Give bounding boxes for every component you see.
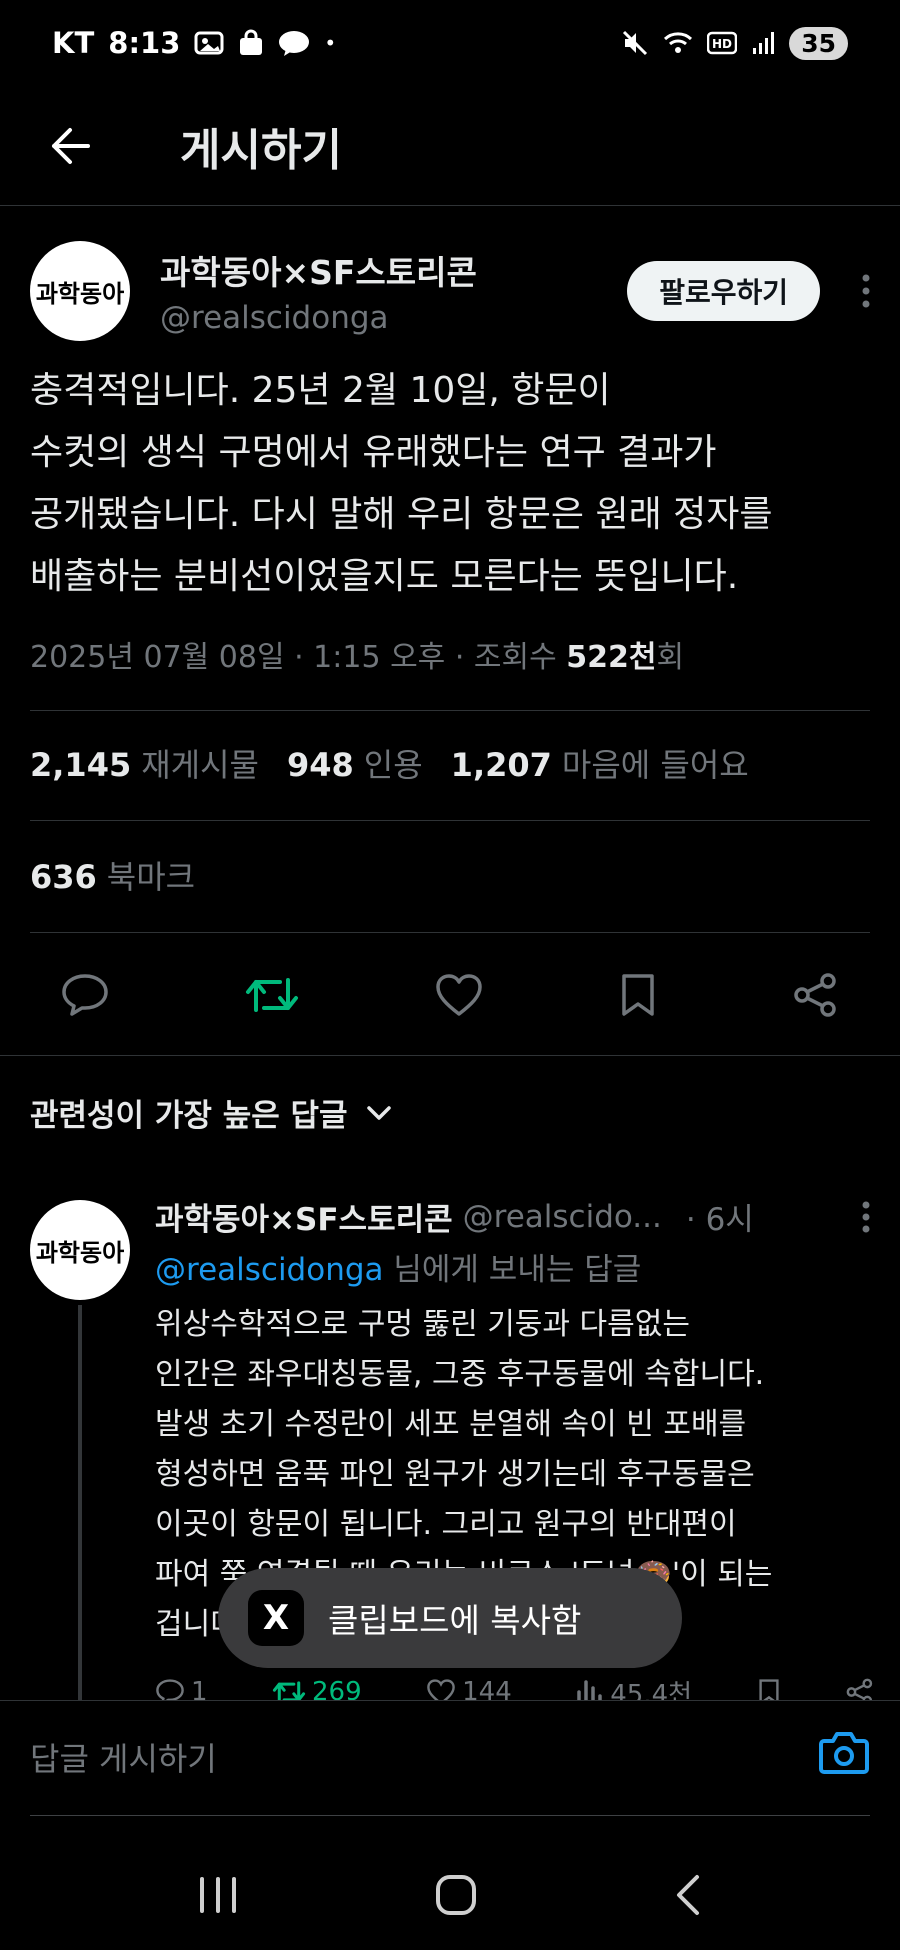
clock: 8:13 xyxy=(108,26,181,60)
share-button[interactable] xyxy=(792,972,840,1018)
chevron-down-icon xyxy=(366,1105,391,1120)
carrier-label: KT xyxy=(52,26,95,60)
repost-icon xyxy=(246,978,298,1012)
mention-link[interactable]: @realscidonga xyxy=(155,1252,384,1288)
x-logo-icon: X xyxy=(248,1590,304,1646)
post-views[interactable]: 522천 xyxy=(566,640,656,675)
camera-icon xyxy=(819,1732,869,1774)
share-icon xyxy=(794,973,836,1017)
post-meta: 2025년 07월 08일 · 1:15 오후 · 조회수 522천회 xyxy=(30,632,684,676)
toast-message: 클립보드에 복사함 xyxy=(328,1601,582,1640)
bookmarks-count: 636 xyxy=(30,858,97,896)
post-text: 충격적입니다. 25년 2월 10일, 항문이 수컷의 생식 구멍에서 유래했다… xyxy=(30,370,773,597)
more-vertical-icon xyxy=(862,274,870,308)
reposts-stat[interactable]: 2,145 재게시물 xyxy=(30,740,259,786)
reply-handle[interactable]: @realscido... xyxy=(463,1199,662,1235)
thread-line xyxy=(78,1305,82,1705)
system-nav-bar xyxy=(0,1840,900,1950)
svg-text:HD: HD xyxy=(712,37,732,51)
bookmarks-label: 북마크 xyxy=(106,858,196,896)
quotes-label: 인용 xyxy=(363,746,423,784)
divider xyxy=(0,1055,900,1056)
recents-button[interactable] xyxy=(197,1875,239,1915)
reply-compose-input[interactable] xyxy=(30,1731,790,1787)
reply-header: 과학동아×SF스토리콘 @realscido... · 6시 xyxy=(155,1194,870,1239)
reply-sort-dropdown[interactable]: 관련성이 가장 높은 답글 xyxy=(30,1090,392,1135)
repost-button[interactable] xyxy=(244,972,300,1018)
camera-button[interactable] xyxy=(818,1729,870,1775)
quotes-stat[interactable]: 948 인용 xyxy=(287,740,423,786)
replying-suffix: 님에게 보내는 답글 xyxy=(383,1252,642,1288)
gallery-icon xyxy=(194,29,224,57)
back-button[interactable] xyxy=(0,86,140,206)
heart-icon xyxy=(436,974,482,1016)
compose-underline xyxy=(30,1815,870,1816)
divider xyxy=(30,932,870,933)
post-stats: 2,145 재게시물 948 인용 1,207 마음에 들어요 xyxy=(30,740,749,786)
signal-icon xyxy=(751,30,775,56)
reposts-count: 2,145 xyxy=(30,746,132,784)
reposts-label: 재게시물 xyxy=(141,746,259,784)
reply-compose-bar xyxy=(0,1700,900,1815)
battery-indicator: 35 xyxy=(789,26,848,60)
back-nav-button[interactable] xyxy=(673,1873,703,1917)
post-author: 과학동아 과학동아×SF스토리콘 @realscidonga 팔로우하기 xyxy=(30,236,870,346)
like-button[interactable] xyxy=(434,972,484,1018)
divider xyxy=(30,820,870,821)
reply-avatar-wrap: 과학동아 xyxy=(30,1200,130,1300)
post-date: 2025년 07월 08일 · 1:15 오후 · 조회수 xyxy=(30,640,567,675)
more-options-button[interactable] xyxy=(820,261,870,321)
more-vertical-icon xyxy=(862,1201,870,1232)
likes-stat[interactable]: 1,207 마음에 들어요 xyxy=(451,740,749,786)
status-bar: KT 8:13 • HD 35 xyxy=(0,0,900,86)
recents-icon xyxy=(200,1877,237,1913)
reply-display-name[interactable]: 과학동아×SF스토리콘 xyxy=(155,1194,453,1239)
reply-button[interactable] xyxy=(60,972,110,1018)
author-display-name[interactable]: 과학동아×SF스토리콘 xyxy=(160,246,627,294)
quotes-count: 948 xyxy=(286,746,354,784)
author-handle[interactable]: @realscidonga xyxy=(160,300,627,336)
wifi-icon xyxy=(663,30,693,56)
post-action-bar xyxy=(30,955,870,1035)
reply-icon xyxy=(62,974,108,1016)
reply-timestamp[interactable]: · 6시 xyxy=(686,1194,754,1239)
back-arrow-icon xyxy=(52,127,90,164)
follow-button[interactable]: 팔로우하기 xyxy=(627,261,820,321)
likes-label: 마음에 들어요 xyxy=(561,746,749,784)
avatar[interactable]: 과학동아 xyxy=(30,1200,130,1300)
avatar[interactable]: 과학동아 xyxy=(30,241,130,341)
likes-count: 1,207 xyxy=(450,746,552,784)
status-bar-left: KT 8:13 • xyxy=(52,26,336,60)
top-app-bar: 게시하기 xyxy=(0,86,900,206)
notification-dot: • xyxy=(324,31,337,55)
hd-icon: HD xyxy=(707,30,738,56)
bookmarks-stat[interactable]: 636 북마크 xyxy=(30,852,195,898)
reply-sort-label: 관련성이 가장 높은 답글 xyxy=(30,1098,348,1134)
status-bar-right: HD 35 xyxy=(621,26,848,60)
replying-to: @realscidonga 님에게 보내는 답글 xyxy=(155,1244,641,1289)
shopping-bag-icon xyxy=(238,29,264,57)
post-views-suffix: 회 xyxy=(656,640,685,675)
page-title: 게시하기 xyxy=(180,124,342,176)
author-names: 과학동아×SF스토리콘 @realscidonga xyxy=(160,246,627,336)
home-button[interactable] xyxy=(434,1873,478,1917)
copied-toast: X 클립보드에 복사함 xyxy=(218,1568,682,1668)
back-chevron-icon xyxy=(676,1875,699,1915)
reply-more-button[interactable] xyxy=(862,1201,870,1233)
bookmark-button[interactable] xyxy=(618,972,658,1018)
home-icon xyxy=(435,1875,476,1915)
bookmark-icon xyxy=(622,974,654,1016)
mute-icon xyxy=(621,29,649,57)
kakaotalk-icon xyxy=(278,29,310,57)
divider xyxy=(30,710,870,711)
